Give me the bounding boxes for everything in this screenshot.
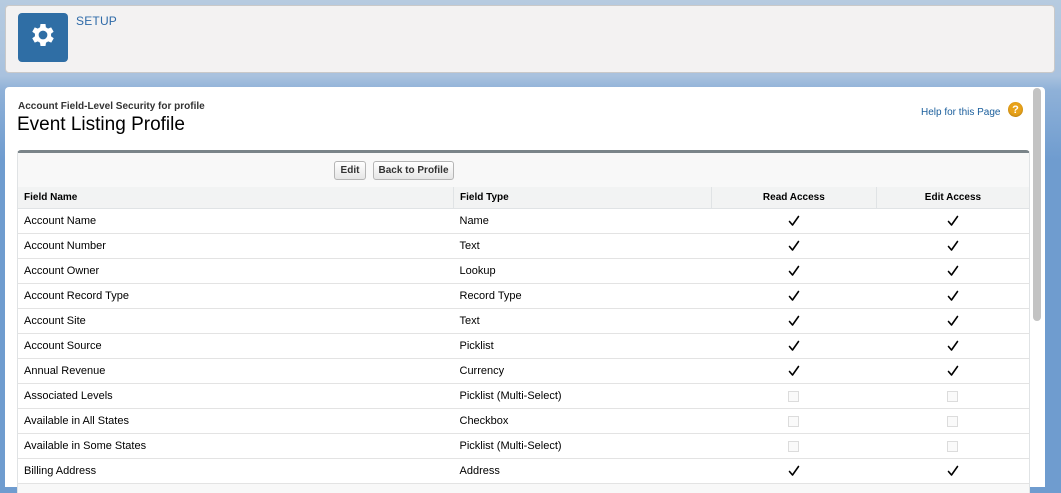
back-to-profile-button[interactable]: Back to Profile (373, 161, 454, 180)
edit-access-cell (876, 358, 1029, 384)
help-link[interactable]: Help for this Page (921, 107, 1001, 118)
read-access-cell (711, 383, 877, 409)
main-content: Account Field-Level Security for profile… (5, 87, 1045, 493)
field-name-cell: Annual Revenue (18, 358, 454, 384)
page-title: Event Listing Profile (17, 114, 185, 135)
edit-access-cell (876, 258, 1029, 284)
setup-app-tile[interactable] (18, 13, 68, 62)
table-row: Account Record Type Record Type (18, 283, 1029, 309)
field-type-cell: Checkbox (453, 408, 712, 434)
edit-access-cell (876, 458, 1029, 484)
checkmark-icon (947, 465, 959, 477)
field-type-cell: Text (453, 233, 712, 259)
checkmark-icon (947, 290, 959, 302)
read-access-cell (711, 208, 877, 234)
checkmark-icon (947, 340, 959, 352)
gear-icon (28, 20, 58, 55)
button-row: Edit Back to Profile (18, 153, 1029, 187)
table-header-row: Field Name Field Type Read Access Edit A… (18, 187, 1029, 209)
checkmark-icon (788, 465, 800, 477)
edit-access-cell (876, 308, 1029, 334)
page-subtitle: Account Field-Level Security for profile (18, 101, 205, 112)
checkmark-icon (947, 240, 959, 252)
read-access-cell (711, 358, 877, 384)
checkmark-icon (788, 215, 800, 227)
edit-access-cell (876, 208, 1029, 234)
field-type-cell: Lookup (453, 258, 712, 284)
table-row: Account Number Text (18, 233, 1029, 259)
field-name-cell: Account Number (18, 233, 454, 259)
column-header-read-access: Read Access (711, 187, 877, 209)
unchecked-box-icon (788, 415, 800, 427)
read-access-cell (711, 258, 877, 284)
read-access-cell (711, 433, 877, 459)
field-type-cell: Picklist (453, 333, 712, 359)
help-icon[interactable]: ? (1008, 102, 1023, 117)
edit-button[interactable]: Edit (334, 161, 366, 180)
field-type-cell: Text (453, 308, 712, 334)
table-row: Account Owner Lookup (18, 258, 1029, 284)
table-row: Account Name Name (18, 208, 1029, 234)
unchecked-box-icon (947, 390, 959, 402)
field-name-cell: Available in All States (18, 408, 454, 434)
edit-access-cell (876, 408, 1029, 434)
table-row: Account Source Picklist (18, 333, 1029, 359)
unchecked-box-icon (947, 440, 959, 452)
column-header-field-name: Field Name (18, 187, 454, 209)
column-header-edit-access: Edit Access (876, 187, 1029, 209)
field-name-cell: Account Site (18, 308, 454, 334)
setup-header: SETUP (5, 5, 1055, 73)
read-access-cell (711, 308, 877, 334)
field-name-cell: Account Record Type (18, 283, 454, 309)
column-header-field-type: Field Type (453, 187, 712, 209)
edit-access-cell (876, 233, 1029, 259)
table-row: Available in Some States Picklist (Multi-… (18, 433, 1029, 459)
field-type-cell: Picklist (Multi-Select) (453, 433, 712, 459)
checkmark-icon (947, 265, 959, 277)
field-name-cell: Account Source (18, 333, 454, 359)
field-security-panel: Edit Back to Profile Field Name Field Ty… (17, 150, 1030, 493)
table-row: Available in All States Checkbox (18, 408, 1029, 434)
read-access-cell (711, 233, 877, 259)
table-row: Associated Levels Picklist (Multi-Select) (18, 383, 1029, 409)
edit-access-cell (876, 433, 1029, 459)
scrollbar-thumb[interactable] (1033, 88, 1041, 321)
setup-app-label[interactable]: SETUP (76, 14, 117, 28)
unchecked-box-icon (788, 390, 800, 402)
edit-access-cell (876, 283, 1029, 309)
field-type-cell: Record Type (453, 283, 712, 309)
field-type-cell: Name (453, 208, 712, 234)
read-access-cell (711, 408, 877, 434)
edit-access-cell (876, 333, 1029, 359)
field-name-cell: Account Name (18, 208, 454, 234)
field-name-cell: Billing Address (18, 458, 454, 484)
read-access-cell (711, 458, 877, 484)
table-row: Account Site Text (18, 308, 1029, 334)
read-access-cell (711, 283, 877, 309)
checkmark-icon (788, 365, 800, 377)
checkmark-icon (947, 215, 959, 227)
field-type-cell: Address (453, 458, 712, 484)
field-name-cell: Associated Levels (18, 383, 454, 409)
table-row: Annual Revenue Currency (18, 358, 1029, 384)
checkmark-icon (947, 365, 959, 377)
checkmark-icon (788, 340, 800, 352)
read-access-cell (711, 333, 877, 359)
edit-access-cell (876, 383, 1029, 409)
checkmark-icon (788, 315, 800, 327)
field-type-cell: Picklist (Multi-Select) (453, 383, 712, 409)
unchecked-box-icon (788, 440, 800, 452)
table-row: Billing Address Address (18, 458, 1029, 484)
checkmark-icon (788, 290, 800, 302)
field-name-cell: Account Owner (18, 258, 454, 284)
checkmark-icon (788, 265, 800, 277)
checkmark-icon (788, 240, 800, 252)
field-security-table: Field Name Field Type Read Access Edit A… (18, 187, 1029, 484)
field-type-cell: Currency (453, 358, 712, 384)
unchecked-box-icon (947, 415, 959, 427)
checkmark-icon (947, 315, 959, 327)
field-name-cell: Available in Some States (18, 433, 454, 459)
